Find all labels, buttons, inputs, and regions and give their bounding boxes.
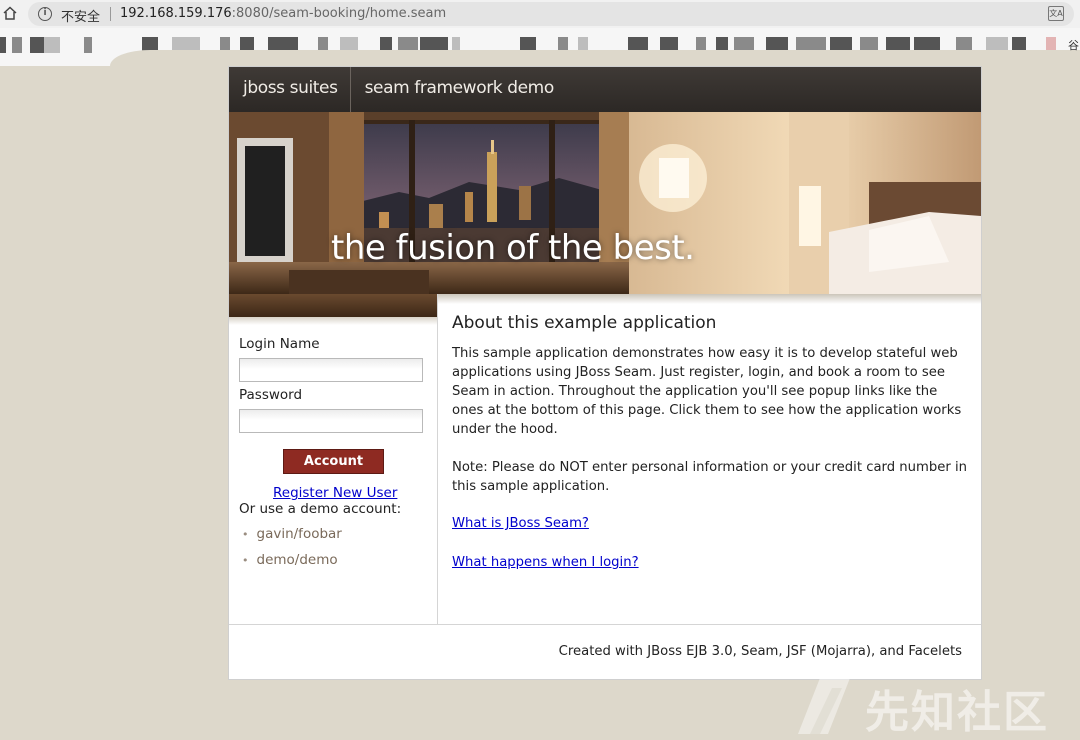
demo-account-demo[interactable]: demo/demo bbox=[257, 552, 338, 568]
bullet-icon: • bbox=[242, 528, 249, 541]
address-divider bbox=[110, 7, 111, 21]
demo-account-item[interactable]: • gavin/foobar bbox=[242, 526, 342, 542]
footer-divider bbox=[229, 624, 981, 625]
demo-account-label: Or use a demo account: bbox=[239, 501, 402, 517]
browser-address-bar: i 不安全 192.168.159.176:8080/seam-booking/… bbox=[0, 0, 1080, 28]
login-name-label: Login Name bbox=[239, 336, 320, 352]
about-title: About this example application bbox=[452, 313, 717, 333]
bookmarks-bar-edge bbox=[110, 50, 1080, 66]
url-host: 192.168.159.176 bbox=[120, 6, 232, 21]
demo-account-item[interactable]: • demo/demo bbox=[242, 552, 338, 568]
login-name-input[interactable] bbox=[239, 358, 423, 382]
url-path: :8080/seam-booking/home.seam bbox=[231, 6, 447, 21]
url-text[interactable]: 192.168.159.176:8080/seam-booking/home.s… bbox=[120, 6, 446, 21]
info-icon[interactable]: i bbox=[38, 7, 52, 21]
sidebar-shadow bbox=[229, 317, 437, 325]
about-paragraph-note: Note: Please do NOT enter personal infor… bbox=[452, 460, 967, 494]
bookmark-tail-label[interactable]: 谷 bbox=[1068, 37, 1080, 53]
url-field[interactable]: i 不安全 192.168.159.176:8080/seam-booking/… bbox=[28, 2, 1074, 26]
translate-icon[interactable]: 文A bbox=[1048, 6, 1064, 21]
top-navigation: jboss suites seam framework demo bbox=[229, 67, 981, 112]
content-shadow bbox=[437, 294, 981, 304]
column-divider bbox=[437, 294, 438, 624]
password-input[interactable] bbox=[239, 409, 423, 433]
home-icon[interactable] bbox=[2, 5, 18, 21]
page-container: jboss suites seam framework demo the fus… bbox=[228, 66, 982, 680]
bullet-icon: • bbox=[242, 554, 249, 567]
tab-seam-framework-demo[interactable]: seam framework demo bbox=[351, 67, 566, 112]
register-new-user-link[interactable]: Register New User bbox=[273, 485, 397, 501]
what-is-jboss-seam-link[interactable]: What is JBoss Seam? bbox=[452, 516, 589, 531]
demo-account-gavin[interactable]: gavin/foobar bbox=[257, 526, 342, 542]
tab-jboss-suites[interactable]: jboss suites bbox=[229, 67, 351, 112]
about-paragraph-intro: This sample application demonstrates how… bbox=[452, 346, 962, 437]
hero-banner: the fusion of the best. bbox=[229, 112, 981, 294]
security-label: 不安全 bbox=[61, 10, 101, 25]
what-happens-login-link[interactable]: What happens when I login? bbox=[452, 555, 639, 570]
footer-credits: Created with JBoss EJB 3.0, Seam, JSF (M… bbox=[558, 644, 962, 659]
sidebar-photo-strip bbox=[229, 294, 437, 317]
hero-tagline: the fusion of the best. bbox=[331, 228, 695, 268]
watermark-text: 先知社区 bbox=[865, 687, 1049, 738]
password-label: Password bbox=[239, 387, 303, 403]
account-login-button[interactable]: Account Login bbox=[283, 449, 384, 492]
